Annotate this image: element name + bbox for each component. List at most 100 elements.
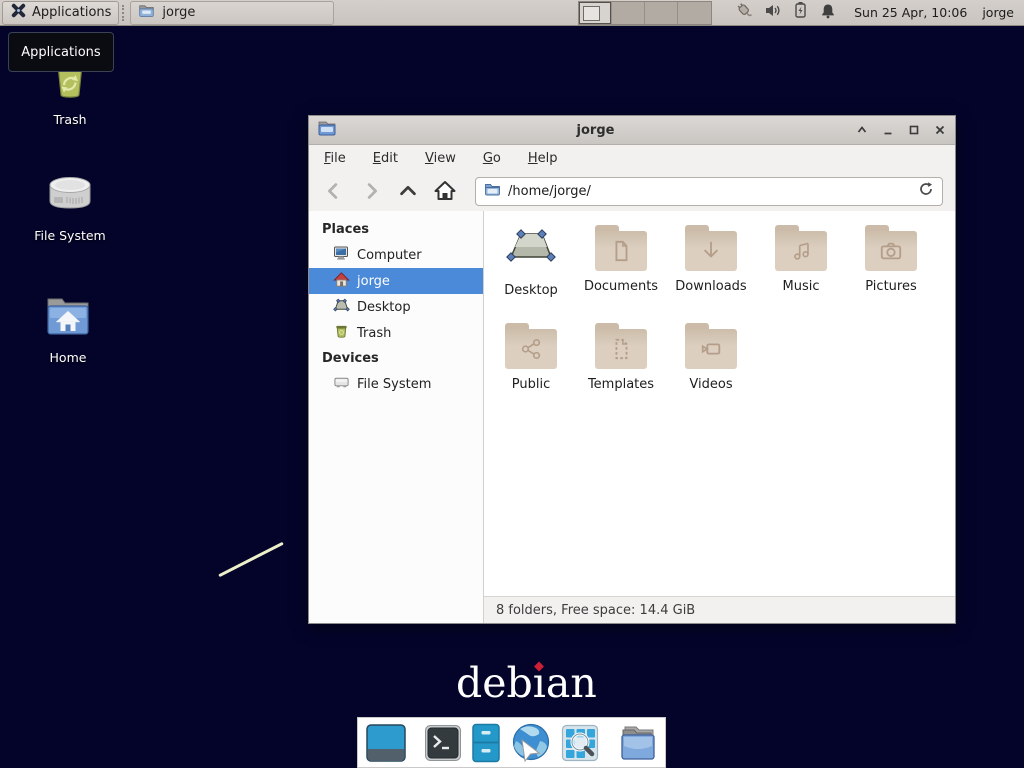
app-finder-icon[interactable] (561, 724, 599, 762)
statusbar-text: 8 folders, Free space: 14.4 GiB (496, 603, 695, 618)
battery-charging-icon[interactable] (791, 1, 810, 24)
debian-logo: debıan (456, 659, 597, 707)
close-button[interactable] (932, 123, 947, 138)
public-folder-icon (505, 323, 557, 369)
file-label: Videos (689, 377, 732, 392)
file-item-templates[interactable]: Templates (577, 323, 665, 392)
sidebar-header-places: Places (309, 217, 483, 242)
window-folder-icon (317, 120, 337, 141)
shade-button[interactable] (854, 123, 869, 138)
wallpaper-line-artifact (218, 542, 284, 577)
sidebar-item-trash[interactable]: Trash (309, 320, 483, 346)
main-pane: Desktop Documents (484, 211, 955, 623)
debian-logo-i: ı (533, 659, 546, 707)
file-item-videos[interactable]: Videos (667, 323, 755, 392)
file-label: Music (783, 279, 820, 294)
xfce-applications-icon (10, 2, 27, 23)
statusbar: 8 folders, Free space: 14.4 GiB (484, 596, 955, 623)
debian-logo-text-1: deb (456, 659, 533, 707)
applications-tooltip: Applications (8, 32, 114, 72)
path-bar[interactable]: /home/jorge/ (475, 177, 943, 206)
workspace-window-preview (583, 6, 600, 21)
workspace-1[interactable] (579, 2, 612, 24)
forward-button[interactable] (354, 176, 387, 206)
sidebar-item-file-system[interactable]: File System (309, 371, 483, 397)
desktop-screen: Applications jorge (0, 0, 1024, 768)
system-tray (735, 1, 837, 24)
sidebar-item-jorge[interactable]: jorge (309, 268, 483, 294)
file-item-downloads[interactable]: Downloads (667, 225, 755, 298)
desktop-icon-file-system[interactable]: File System (22, 170, 118, 243)
sidebar-item-label: Trash (357, 326, 391, 341)
file-item-public[interactable]: Public (487, 323, 575, 392)
minimize-button[interactable] (880, 123, 895, 138)
plug-icon[interactable] (735, 1, 754, 24)
file-manager-window: jorge File Edit View Go Help (308, 115, 956, 624)
bottom-dock (357, 717, 666, 768)
panel-user-menu[interactable]: jorge (982, 5, 1014, 20)
videos-folder-icon (685, 323, 737, 369)
bell-icon[interactable] (819, 2, 837, 24)
top-panel: Applications jorge (0, 0, 1024, 26)
pictures-folder-icon (865, 225, 917, 271)
sidebar-item-label: Desktop (357, 300, 411, 315)
file-label: Downloads (675, 279, 746, 294)
menu-help[interactable]: Help (528, 151, 558, 166)
taskbar-window-label: jorge (162, 5, 195, 20)
file-item-desktop[interactable]: Desktop (487, 225, 575, 298)
debian-logo-text-2: an (546, 659, 597, 707)
back-button[interactable] (317, 176, 350, 206)
panel-clock[interactable]: Sun 25 Apr, 10:06 (854, 5, 967, 20)
applications-tooltip-text: Applications (21, 45, 100, 60)
menu-go[interactable]: Go (483, 151, 501, 166)
reload-icon[interactable] (918, 181, 934, 201)
show-desktop-icon[interactable] (366, 724, 406, 762)
web-browser-icon[interactable] (510, 723, 552, 763)
workspace-4[interactable] (678, 2, 711, 24)
maximize-button[interactable] (906, 123, 921, 138)
toolbar: /home/jorge/ (309, 171, 955, 211)
volume-icon[interactable] (763, 1, 782, 24)
desktop-icon-home[interactable]: Home (20, 292, 116, 365)
sidebar-item-desktop[interactable]: Desktop (309, 294, 483, 320)
workspace-2[interactable] (612, 2, 645, 24)
sidebar-item-label: File System (357, 377, 431, 392)
file-label: Desktop (504, 283, 558, 298)
file-label: Templates (588, 377, 654, 392)
titlebar[interactable]: jorge (309, 116, 955, 145)
panel-right-group: Sun 25 Apr, 10:06 jorge (578, 1, 1024, 25)
taskbar-window-button[interactable]: jorge (130, 1, 334, 25)
sidebar-item-label: Computer (357, 248, 422, 263)
home-button[interactable] (428, 176, 461, 206)
menu-view[interactable]: View (425, 151, 456, 166)
terminal-icon[interactable] (424, 724, 462, 762)
workspace-pager[interactable] (578, 1, 712, 25)
panel-handle (122, 5, 127, 21)
workspace-3[interactable] (645, 2, 678, 24)
desktop-icon (333, 297, 350, 318)
file-cabinet-icon[interactable] (471, 723, 501, 763)
taskbar-folder-icon (138, 3, 155, 22)
window-controls (854, 123, 947, 138)
applications-menu-button[interactable]: Applications (2, 1, 119, 25)
menu-file[interactable]: File (324, 151, 346, 166)
file-label: Public (512, 377, 550, 392)
file-item-documents[interactable]: Documents (577, 225, 665, 298)
path-folder-icon (484, 182, 501, 201)
sidebar: Places Computer (309, 211, 484, 623)
file-item-music[interactable]: Music (757, 225, 845, 298)
desktop-folder-icon (505, 225, 557, 275)
computer-icon (333, 245, 350, 266)
file-manager-icon[interactable] (617, 723, 659, 763)
file-item-pictures[interactable]: Pictures (847, 225, 935, 298)
menu-edit[interactable]: Edit (373, 151, 398, 166)
sidebar-item-computer[interactable]: Computer (309, 242, 483, 268)
up-button[interactable] (391, 176, 424, 206)
templates-folder-icon (595, 323, 647, 369)
documents-folder-icon (595, 225, 647, 271)
home-folder-icon (42, 292, 94, 346)
window-title: jorge (337, 123, 854, 138)
path-input[interactable]: /home/jorge/ (508, 184, 911, 199)
file-label: Pictures (865, 279, 916, 294)
trash-icon (333, 323, 350, 344)
